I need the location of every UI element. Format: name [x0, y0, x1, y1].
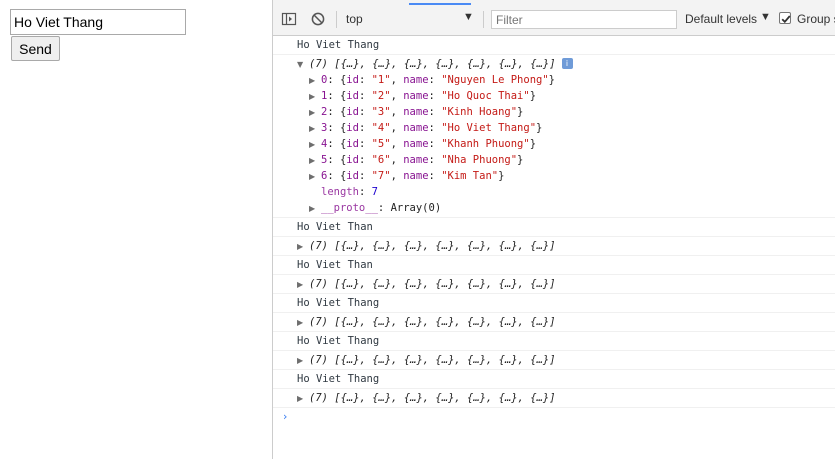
console-message: ▶ (7) [{…}, {…}, {…}, {…}, {…}, {…}, {…}] [273, 351, 835, 370]
toolbar-separator [483, 11, 484, 28]
expand-triangle-icon[interactable]: ▶ [297, 315, 309, 331]
array-summary: (7) [{…}, {…}, {…}, {…}, {…}, {…}, {…}] [309, 316, 556, 328]
length-value: 7 [371, 186, 378, 198]
console-message: Ho Viet Thang [273, 332, 835, 351]
expand-triangle-icon[interactable]: ▶ [297, 353, 309, 369]
item-id: "6" [371, 154, 391, 166]
expand-triangle-icon[interactable]: ▶ [309, 153, 321, 169]
item-name: "Nha Phuong" [441, 154, 518, 166]
active-tab-indicator [409, 3, 471, 5]
filter-input[interactable] [491, 10, 677, 29]
array-item[interactable]: ▶ 2: {id: "3", name: "Kinh Hoang"} [297, 104, 835, 120]
array-header[interactable]: ▶ (7) [{…}, {…}, {…}, {…}, {…}, {…}, {…}] [297, 390, 835, 406]
array-item[interactable]: ▶ 5: {id: "6", name: "Nha Phuong"} [297, 152, 835, 168]
expand-triangle-icon[interactable]: ▶ [297, 239, 309, 255]
expand-triangle-icon[interactable]: ▶ [297, 391, 309, 407]
toolbar-separator [336, 11, 337, 28]
array-item[interactable]: ▶ 0: {id: "1", name: "Nguyen Le Phong"} [297, 72, 835, 88]
expand-triangle-icon[interactable]: ▶ [309, 169, 321, 185]
length-key: length [321, 186, 359, 198]
item-name: "Kim Tan" [441, 170, 499, 182]
expand-triangle-icon[interactable]: ▶ [297, 277, 309, 293]
console-message: Ho Viet Than [273, 256, 835, 275]
console-message: Ho Viet Thang [273, 294, 835, 313]
console-message: Ho Viet Thang [273, 370, 835, 389]
array-summary: (7) [{…}, {…}, {…}, {…}, {…}, {…}, {…}] [309, 392, 556, 404]
array-summary: (7) [{…}, {…}, {…}, {…}, {…}, {…}, {…}] [309, 278, 556, 290]
console-message: ▼ (7) [{…}, {…}, {…}, {…}, {…}, {…}, {…}]… [273, 55, 835, 218]
expand-triangle-icon[interactable]: ▶ [309, 121, 321, 137]
array-header[interactable]: ▼ (7) [{…}, {…}, {…}, {…}, {…}, {…}, {…}]… [297, 56, 835, 72]
log-text: Ho Viet Thang [297, 297, 380, 309]
array-item[interactable]: ▶ 6: {id: "7", name: "Kim Tan"} [297, 168, 835, 184]
console-messages: Ho Viet Thang ▼ (7) [{…}, {…}, {…}, {…}, … [273, 36, 835, 426]
expand-triangle-icon[interactable]: ▶ [309, 105, 321, 121]
array-header[interactable]: ▶ (7) [{…}, {…}, {…}, {…}, {…}, {…}, {…}] [297, 276, 835, 292]
array-proto[interactable]: ▶ __proto__: Array(0) [297, 200, 835, 216]
item-id: "5" [371, 138, 391, 150]
array-length: length: 7 [321, 186, 378, 198]
context-selector[interactable]: top [346, 12, 363, 26]
expand-triangle-icon[interactable]: ▶ [309, 201, 321, 217]
group-similar-label: Group s [797, 12, 835, 26]
item-name: "Kinh Hoang" [441, 106, 518, 118]
item-id: "2" [371, 90, 391, 102]
expand-triangle-icon[interactable]: ▶ [309, 89, 321, 105]
proto-value: Array(0) [390, 202, 442, 214]
array-header[interactable]: ▶ (7) [{…}, {…}, {…}, {…}, {…}, {…}, {…}] [297, 314, 835, 330]
item-id: "3" [371, 106, 391, 118]
item-id: "1" [371, 74, 391, 86]
log-text: Ho Viet Thang [297, 39, 380, 51]
log-text: Ho Viet Thang [297, 373, 380, 385]
log-text: Ho Viet Than [297, 259, 373, 271]
console-message: ▶ (7) [{…}, {…}, {…}, {…}, {…}, {…}, {…}] [273, 389, 835, 408]
array-summary: (7) [{…}, {…}, {…}, {…}, {…}, {…}, {…}] [309, 240, 556, 252]
log-levels-dropdown[interactable]: Default levels [685, 12, 757, 26]
console-message: ▶ (7) [{…}, {…}, {…}, {…}, {…}, {…}, {…}] [273, 275, 835, 294]
proto-key: __proto__ [321, 202, 378, 214]
console-message: ▶ (7) [{…}, {…}, {…}, {…}, {…}, {…}, {…}] [273, 237, 835, 256]
array-summary: (7) [{…}, {…}, {…}, {…}, {…}, {…}, {…}] [309, 354, 556, 366]
array-header[interactable]: ▶ (7) [{…}, {…}, {…}, {…}, {…}, {…}, {…}] [297, 352, 835, 368]
context-dropdown-icon[interactable]: ▼ [463, 11, 474, 23]
sidebar-toggle-icon[interactable] [281, 11, 297, 27]
array-header[interactable]: ▶ (7) [{…}, {…}, {…}, {…}, {…}, {…}, {…}] [297, 238, 835, 254]
devtools-panel: top ▼ Default levels ▼ Group s Ho Viet T… [272, 0, 835, 459]
array-item[interactable]: ▶ 1: {id: "2", name: "Ho Quoc Thai"} [297, 88, 835, 104]
console-message: Ho Viet Than [273, 218, 835, 237]
console-message: ▶ (7) [{…}, {…}, {…}, {…}, {…}, {…}, {…}] [273, 313, 835, 332]
send-button[interactable]: Send [11, 36, 60, 61]
expand-triangle-icon[interactable]: ▶ [309, 73, 321, 89]
log-text: Ho Viet Thang [297, 335, 380, 347]
log-text: Ho Viet Than [297, 221, 373, 233]
prompt-chevron-icon: › [283, 410, 288, 423]
item-name: "Ho Viet Thang" [441, 122, 537, 134]
info-icon: i [561, 58, 573, 69]
console-message: Ho Viet Thang [273, 36, 835, 55]
array-item[interactable]: ▶ 4: {id: "5", name: "Khanh Phuong"} [297, 136, 835, 152]
console-prompt[interactable]: › [273, 408, 835, 426]
levels-dropdown-icon[interactable]: ▼ [760, 11, 771, 23]
group-similar-checkbox[interactable] [779, 12, 791, 24]
clear-console-icon[interactable] [310, 11, 326, 27]
collapse-triangle-icon[interactable]: ▼ [297, 57, 309, 73]
item-name: "Nguyen Le Phong" [441, 74, 549, 86]
app-panel: Send [0, 0, 272, 459]
name-input[interactable] [10, 9, 186, 35]
item-id: "7" [371, 170, 391, 182]
array-summary: (7) [{…}, {…}, {…}, {…}, {…}, {…}, {…}] [309, 58, 556, 70]
item-id: "4" [371, 122, 391, 134]
expand-triangle-icon[interactable]: ▶ [309, 137, 321, 153]
page: Send top ▼ De [0, 0, 835, 459]
array-item[interactable]: ▶ 3: {id: "4", name: "Ho Viet Thang"} [297, 120, 835, 136]
console-toolbar: top ▼ Default levels ▼ Group s [273, 0, 835, 36]
item-name: "Khanh Phuong" [441, 138, 530, 150]
item-name: "Ho Quoc Thai" [441, 90, 530, 102]
